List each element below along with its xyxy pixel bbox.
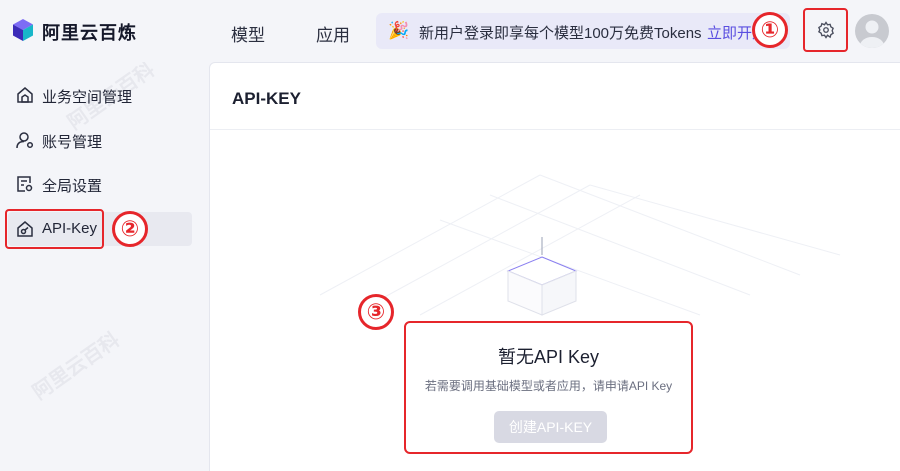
empty-state-description: 若需要调用基础模型或者应用，请申请API Key xyxy=(424,379,673,393)
page-title: API-KEY xyxy=(232,89,301,108)
empty-state-title: 暂无API Key xyxy=(497,347,600,367)
sidebar-item-workspace[interactable]: 业务空间管理 xyxy=(8,78,192,112)
party-popper-icon: 🎉 xyxy=(388,21,410,40)
empty-state-illustration xyxy=(319,174,841,316)
nav-apps[interactable]: 应用 xyxy=(316,21,350,46)
user-avatar-icon[interactable] xyxy=(855,14,889,48)
sidebar-item-label: 业务空间管理 xyxy=(42,89,133,106)
settings-doc-icon xyxy=(17,176,33,192)
empty-state: 暂无API Key 若需要调用基础模型或者应用，请申请API Key 创建API… xyxy=(404,321,693,454)
user-icon xyxy=(16,132,34,149)
gear-icon xyxy=(817,21,834,39)
step-marker-3: ③ xyxy=(358,294,394,330)
sidebar-item-label: 全局设置 xyxy=(42,178,103,195)
highlight-box xyxy=(5,209,104,249)
create-api-key-button[interactable]: 创建API-KEY xyxy=(494,411,607,443)
sidebar-item-account[interactable]: 账号管理 xyxy=(8,123,192,157)
promo-banner[interactable]: 🎉 新用户登录即享每个模型100万免费Tokens 立即开通 ↗ xyxy=(376,13,790,49)
step-marker-2: ② xyxy=(112,211,148,247)
settings-button[interactable] xyxy=(803,8,848,52)
watermark: 阿里云百科 xyxy=(29,328,124,405)
brand-name[interactable]: 阿里云百炼 xyxy=(42,19,137,45)
divider xyxy=(210,129,900,130)
sidebar-item-label: 账号管理 xyxy=(42,134,103,151)
promo-text: 新用户登录即享每个模型100万免费Tokens xyxy=(419,25,702,42)
sidebar-item-global-settings[interactable]: 全局设置 xyxy=(8,167,192,201)
step-marker-1: ① xyxy=(752,12,788,48)
bailian-logo-icon xyxy=(13,19,33,41)
nav-models[interactable]: 模型 xyxy=(231,21,265,46)
house-icon xyxy=(17,87,33,103)
